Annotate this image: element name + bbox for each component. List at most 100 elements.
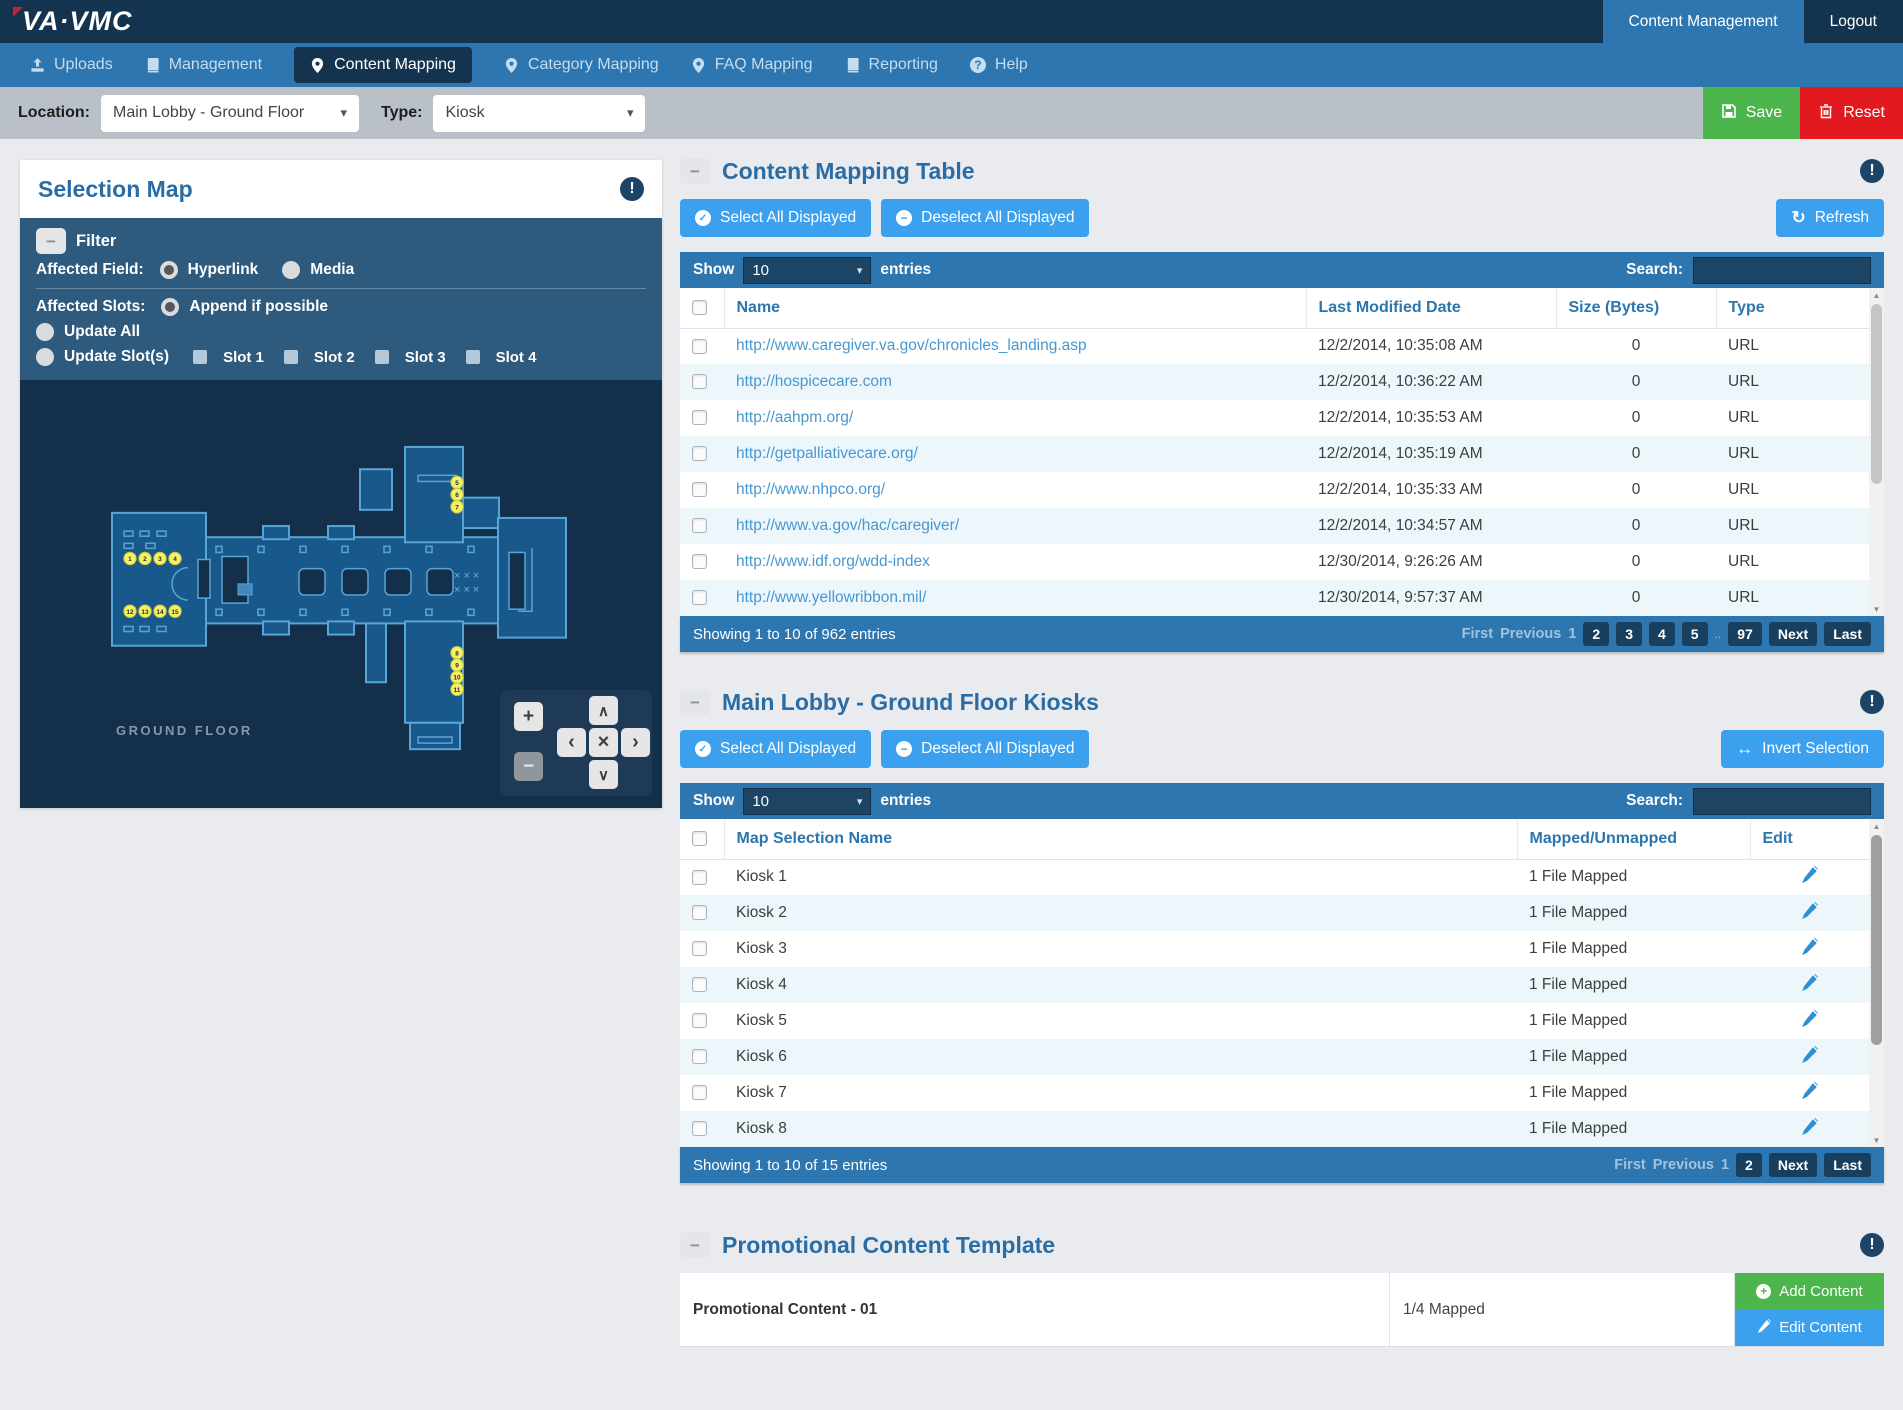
collapse-section-button[interactable]	[680, 689, 710, 715]
type-select[interactable]: Kiosk	[433, 95, 645, 132]
pagination-previous[interactable]: Previous	[1653, 1157, 1714, 1173]
slot2-checkbox[interactable]	[284, 350, 298, 364]
zoom-in-button[interactable]	[514, 702, 543, 731]
row-checkbox[interactable]	[692, 518, 707, 533]
scroll-down-arrow[interactable]	[1869, 602, 1884, 616]
column-header-type[interactable]: Type	[1716, 288, 1869, 328]
row-checkbox[interactable]	[692, 1049, 707, 1064]
pagination-page-5[interactable]: 5	[1682, 622, 1708, 646]
edit-pencil-icon[interactable]	[1801, 942, 1818, 959]
nav-item-uploads[interactable]: Uploads	[30, 56, 113, 74]
radio-update-all[interactable]	[36, 323, 54, 341]
edit-pencil-icon[interactable]	[1801, 978, 1818, 995]
scroll-up-arrow[interactable]	[1869, 288, 1884, 302]
top-tab-content-management[interactable]: Content Management	[1603, 0, 1804, 43]
edit-pencil-icon[interactable]	[1801, 1014, 1818, 1031]
select-all-checkbox[interactable]	[692, 300, 707, 315]
nav-item-faq-mapping[interactable]: FAQ Mapping	[691, 56, 813, 74]
row-checkbox[interactable]	[692, 339, 707, 354]
edit-pencil-icon[interactable]	[1801, 1122, 1818, 1139]
column-header-edit[interactable]: Edit	[1750, 819, 1869, 859]
search-input[interactable]	[1693, 257, 1871, 284]
scrollbar-thumb[interactable]	[1871, 304, 1882, 484]
save-button[interactable]: Save	[1703, 87, 1800, 139]
pagination-previous[interactable]: Previous	[1500, 626, 1561, 642]
nav-item-category-mapping[interactable]: Category Mapping	[504, 56, 659, 74]
row-checkbox[interactable]	[692, 1013, 707, 1028]
collapse-section-button[interactable]	[680, 158, 710, 184]
info-icon[interactable]: !	[1860, 159, 1884, 183]
row-checkbox[interactable]	[692, 554, 707, 569]
pagination-page-4[interactable]: 4	[1649, 622, 1675, 646]
info-icon[interactable]: !	[620, 177, 644, 201]
page-size-select[interactable]: 10	[743, 257, 871, 284]
edit-pencil-icon[interactable]	[1801, 870, 1818, 887]
pagination-next[interactable]: Next	[1769, 1153, 1817, 1177]
nav-item-management[interactable]: Management	[145, 56, 262, 74]
table-scrollbar[interactable]	[1869, 288, 1884, 616]
reset-button[interactable]: Reset	[1800, 87, 1903, 139]
row-checkbox[interactable]	[692, 446, 707, 461]
content-url-link[interactable]: http://www.va.gov/hac/caregiver/	[736, 517, 959, 534]
invert-selection-button[interactable]: Invert Selection	[1721, 730, 1884, 768]
content-url-link[interactable]: http://www.nhpco.org/	[736, 481, 885, 498]
pagination-page-97[interactable]: 97	[1728, 622, 1762, 646]
content-url-link[interactable]: http://www.idf.org/wdd-index	[736, 553, 930, 570]
pan-left-button[interactable]	[557, 728, 586, 757]
column-header-name[interactable]: Name	[724, 288, 1306, 328]
table-scrollbar[interactable]	[1869, 819, 1884, 1147]
info-icon[interactable]: !	[1860, 1233, 1884, 1257]
row-checkbox[interactable]	[692, 1085, 707, 1100]
content-url-link[interactable]: http://aahpm.org/	[736, 409, 853, 426]
collapse-section-button[interactable]	[680, 1232, 710, 1258]
nav-item-reporting[interactable]: Reporting	[845, 56, 938, 74]
radio-append[interactable]	[161, 298, 179, 316]
edit-pencil-icon[interactable]	[1801, 906, 1818, 923]
collapse-filter-button[interactable]	[36, 228, 66, 254]
pagination-page-3[interactable]: 3	[1616, 622, 1642, 646]
pagination-first[interactable]: First	[1614, 1157, 1645, 1173]
pan-up-button[interactable]	[589, 696, 618, 725]
edit-pencil-icon[interactable]	[1801, 1086, 1818, 1103]
pagination-last[interactable]: Last	[1824, 1153, 1871, 1177]
select-all-displayed-button[interactable]: Select All Displayed	[680, 199, 871, 237]
column-header-map-selection-name[interactable]: Map Selection Name	[724, 819, 1517, 859]
deselect-all-displayed-button[interactable]: Deselect All Displayed	[881, 730, 1089, 768]
pagination-first[interactable]: First	[1462, 626, 1493, 642]
content-url-link[interactable]: http://getpalliativecare.org/	[736, 445, 918, 462]
row-checkbox[interactable]	[692, 977, 707, 992]
nav-item-content-mapping[interactable]: Content Mapping	[294, 47, 472, 83]
radio-hyperlink[interactable]	[160, 261, 178, 279]
row-checkbox[interactable]	[692, 482, 707, 497]
slot3-checkbox[interactable]	[375, 350, 389, 364]
row-checkbox[interactable]	[692, 941, 707, 956]
scroll-up-arrow[interactable]	[1869, 819, 1884, 833]
row-checkbox[interactable]	[692, 905, 707, 920]
info-icon[interactable]: !	[1860, 690, 1884, 714]
reset-view-button[interactable]	[589, 728, 618, 757]
search-input[interactable]	[1693, 788, 1871, 815]
content-url-link[interactable]: http://hospicecare.com	[736, 373, 892, 390]
slot4-checkbox[interactable]	[466, 350, 480, 364]
location-select[interactable]: Main Lobby - Ground Floor	[101, 95, 359, 132]
content-url-link[interactable]: http://www.yellowribbon.mil/	[736, 589, 926, 606]
refresh-button[interactable]: Refresh	[1776, 199, 1884, 237]
radio-update-slots[interactable]	[36, 348, 54, 366]
row-checkbox[interactable]	[692, 870, 707, 885]
pan-down-button[interactable]	[589, 760, 618, 789]
row-checkbox[interactable]	[692, 374, 707, 389]
radio-media[interactable]	[282, 261, 300, 279]
pagination-next[interactable]: Next	[1769, 622, 1817, 646]
row-checkbox[interactable]	[692, 590, 707, 605]
column-header-size[interactable]: Size (Bytes)	[1556, 288, 1716, 328]
pan-right-button[interactable]	[621, 728, 650, 757]
add-content-button[interactable]: Add Content	[1735, 1273, 1884, 1310]
row-checkbox[interactable]	[692, 1121, 707, 1136]
slot1-checkbox[interactable]	[193, 350, 207, 364]
scroll-down-arrow[interactable]	[1869, 1133, 1884, 1147]
pagination-last[interactable]: Last	[1824, 622, 1871, 646]
pagination-page-2[interactable]: 2	[1583, 622, 1609, 646]
deselect-all-displayed-button[interactable]: Deselect All Displayed	[881, 199, 1089, 237]
logout-button[interactable]: Logout	[1804, 0, 1903, 43]
column-header-mapped[interactable]: Mapped/Unmapped	[1517, 819, 1750, 859]
